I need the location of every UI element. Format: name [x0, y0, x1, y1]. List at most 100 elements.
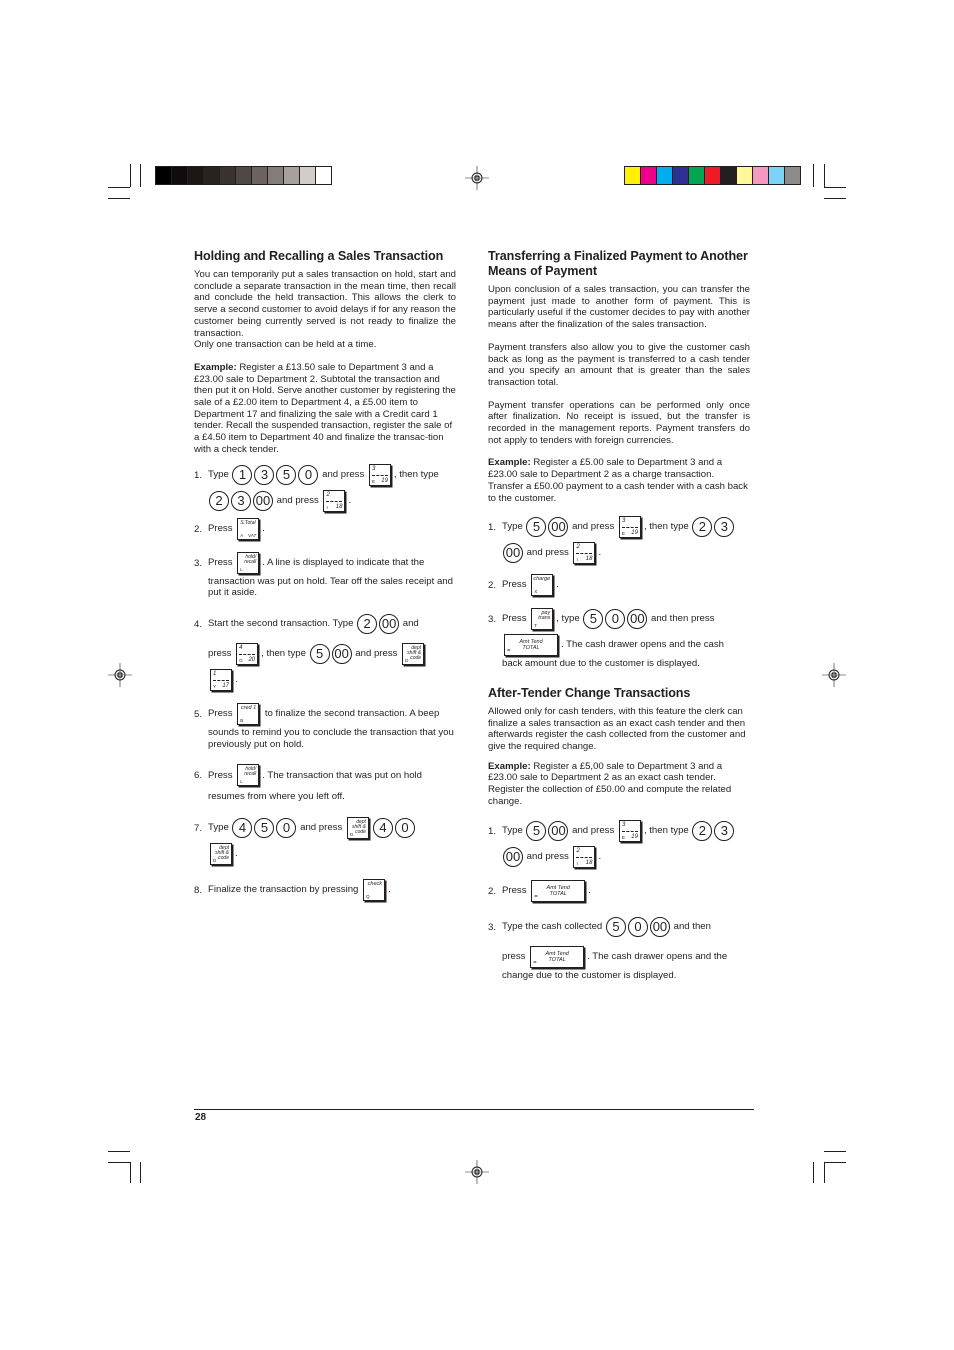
credit-1-key[interactable]: cred 1B	[237, 702, 260, 725]
color-swatch	[316, 167, 331, 184]
numeric-key[interactable]: 0	[627, 916, 648, 937]
step-text: Press	[208, 556, 236, 568]
dept-3-key[interactable]: 3 E 19	[368, 463, 391, 486]
intro-note: Only one transaction can be held at a ti…	[194, 339, 377, 351]
double-zero-key[interactable]: 00	[503, 846, 523, 867]
double-zero-key[interactable]: 00	[627, 609, 648, 630]
gray-color-bar	[155, 166, 332, 185]
dept-2-key[interactable]: 2 I 18	[323, 489, 346, 512]
pay-trans-key[interactable]: pay trans T	[531, 608, 554, 631]
crop-mark	[824, 187, 846, 188]
step-text: , type	[556, 613, 583, 625]
numeric-key[interactable]: 5	[276, 464, 297, 485]
transfer-step-1: 1. Type 5 00 and press 3 E 19 , then type …	[488, 514, 750, 566]
numeric-key[interactable]: 3	[231, 490, 251, 511]
numeric-key[interactable]: 2	[692, 820, 713, 841]
numeric-key[interactable]: 5	[583, 609, 604, 630]
dept-shift-key[interactable]: dept shift & code D	[402, 642, 425, 665]
color-swatch	[188, 167, 204, 184]
dept-4-key[interactable]: 4 G 20	[236, 642, 259, 665]
numeric-key[interactable]: 4	[372, 818, 393, 839]
double-zero-key[interactable]: 00	[649, 916, 670, 937]
numeric-key[interactable]: 2	[209, 490, 229, 511]
step-number: 3.	[488, 921, 497, 933]
step-number: 3.	[488, 614, 497, 626]
numeric-key[interactable]: 2	[357, 613, 378, 634]
step-number: 5.	[194, 708, 203, 720]
registration-mark-icon	[465, 1160, 489, 1184]
crop-mark	[824, 1162, 846, 1163]
step-text: and press	[524, 547, 572, 559]
crop-mark	[140, 1162, 141, 1183]
numeric-key[interactable]: 0	[276, 818, 297, 839]
step-text: transaction was put on hold. Tear off th…	[208, 575, 453, 599]
page-number: 28	[195, 1112, 207, 1123]
crop-mark	[130, 164, 131, 187]
numeric-key[interactable]: 5	[254, 818, 275, 839]
color-swatch	[300, 167, 316, 184]
numeric-key[interactable]: 3	[714, 820, 735, 841]
step-number: 4.	[194, 618, 203, 630]
crop-mark	[108, 1151, 130, 1152]
numeric-key[interactable]: 5	[526, 820, 547, 841]
amount-tendered-total-key[interactable]: Amt Tend TOTAL =	[531, 879, 586, 902]
step-text: .	[388, 884, 391, 896]
numeric-key[interactable]: 0	[605, 609, 626, 630]
double-zero-key[interactable]: 00	[548, 820, 569, 841]
charge-key[interactable]: charge X	[531, 574, 554, 597]
crop-mark	[108, 187, 130, 188]
paragraph: Upon conclusion of a sales transaction, …	[488, 284, 750, 331]
crop-mark	[108, 1162, 130, 1163]
color-swatch	[204, 167, 220, 184]
step-text: press	[208, 648, 235, 660]
numeric-key[interactable]: 3	[714, 517, 735, 538]
step-text: to finalize the second transaction. A be…	[262, 708, 440, 720]
subtotal-key[interactable]: S.Total A VAT	[237, 517, 260, 540]
numeric-key[interactable]: 4	[232, 818, 253, 839]
crop-mark	[108, 198, 130, 199]
numeric-key[interactable]: 0	[394, 818, 415, 839]
step-text: Finalize the transaction by pressing	[208, 884, 362, 896]
check-key[interactable]: check Q	[363, 879, 386, 902]
hold-recall-key[interactable]: hold/ recall L	[237, 551, 260, 574]
step-text: . The cash drawer opens and the cash	[561, 639, 725, 651]
double-zero-key[interactable]: 00	[503, 543, 523, 564]
numeric-key[interactable]: 0	[298, 464, 319, 485]
dept-2-key[interactable]: 2 I 18	[573, 845, 596, 868]
step-number: 6.	[194, 770, 203, 782]
numeric-key[interactable]: 5	[526, 517, 547, 538]
step-2: 2. Press S.Total A VAT .	[194, 516, 456, 542]
color-swatch	[220, 167, 236, 184]
color-swatch	[268, 167, 284, 184]
numeric-key[interactable]: 2	[692, 517, 713, 538]
amount-tendered-total-key[interactable]: Amt Tend TOTAL =	[504, 634, 558, 657]
numeric-key[interactable]: 1	[232, 464, 253, 485]
step-text: Press	[502, 579, 530, 591]
double-zero-key[interactable]: 00	[331, 643, 352, 664]
dept-2-key[interactable]: 2 I 18	[573, 542, 596, 565]
dept-shift-key[interactable]: dept shift & code D	[210, 843, 232, 866]
dept-3-key[interactable]: 3 E 19	[618, 516, 641, 539]
numeric-key[interactable]: 3	[254, 464, 275, 485]
step-text: Type	[208, 822, 232, 834]
double-zero-key[interactable]: 00	[253, 490, 273, 511]
dept-1-key[interactable]: 1 Y 17	[210, 668, 232, 691]
step-text: Press	[502, 884, 530, 896]
double-zero-key[interactable]: 00	[379, 613, 400, 634]
double-zero-key[interactable]: 00	[548, 517, 569, 538]
amount-tendered-total-key[interactable]: Amt Tend TOTAL =	[530, 945, 585, 968]
step-text: . The cash drawer opens and the	[587, 950, 728, 962]
numeric-key[interactable]: 5	[605, 916, 626, 937]
transfer-step-2: 2. Press charge X .	[488, 572, 750, 598]
crop-mark	[813, 1162, 814, 1183]
numeric-key[interactable]: 5	[309, 643, 330, 664]
step-text: .	[598, 850, 602, 862]
dept-3-key[interactable]: 3 E 19	[618, 819, 641, 842]
hold-recall-key[interactable]: hold/ recall L	[237, 764, 260, 787]
transfer-step-3: 3. Press pay trans T , type 5 0 00 and th…	[488, 606, 750, 670]
section-heading: After-Tender Change Transactions	[488, 685, 691, 700]
step-text: .	[235, 674, 238, 686]
step-text: and then press	[648, 613, 715, 625]
color-swatch	[737, 167, 753, 184]
dept-shift-key[interactable]: dept shift & code D	[346, 817, 369, 840]
